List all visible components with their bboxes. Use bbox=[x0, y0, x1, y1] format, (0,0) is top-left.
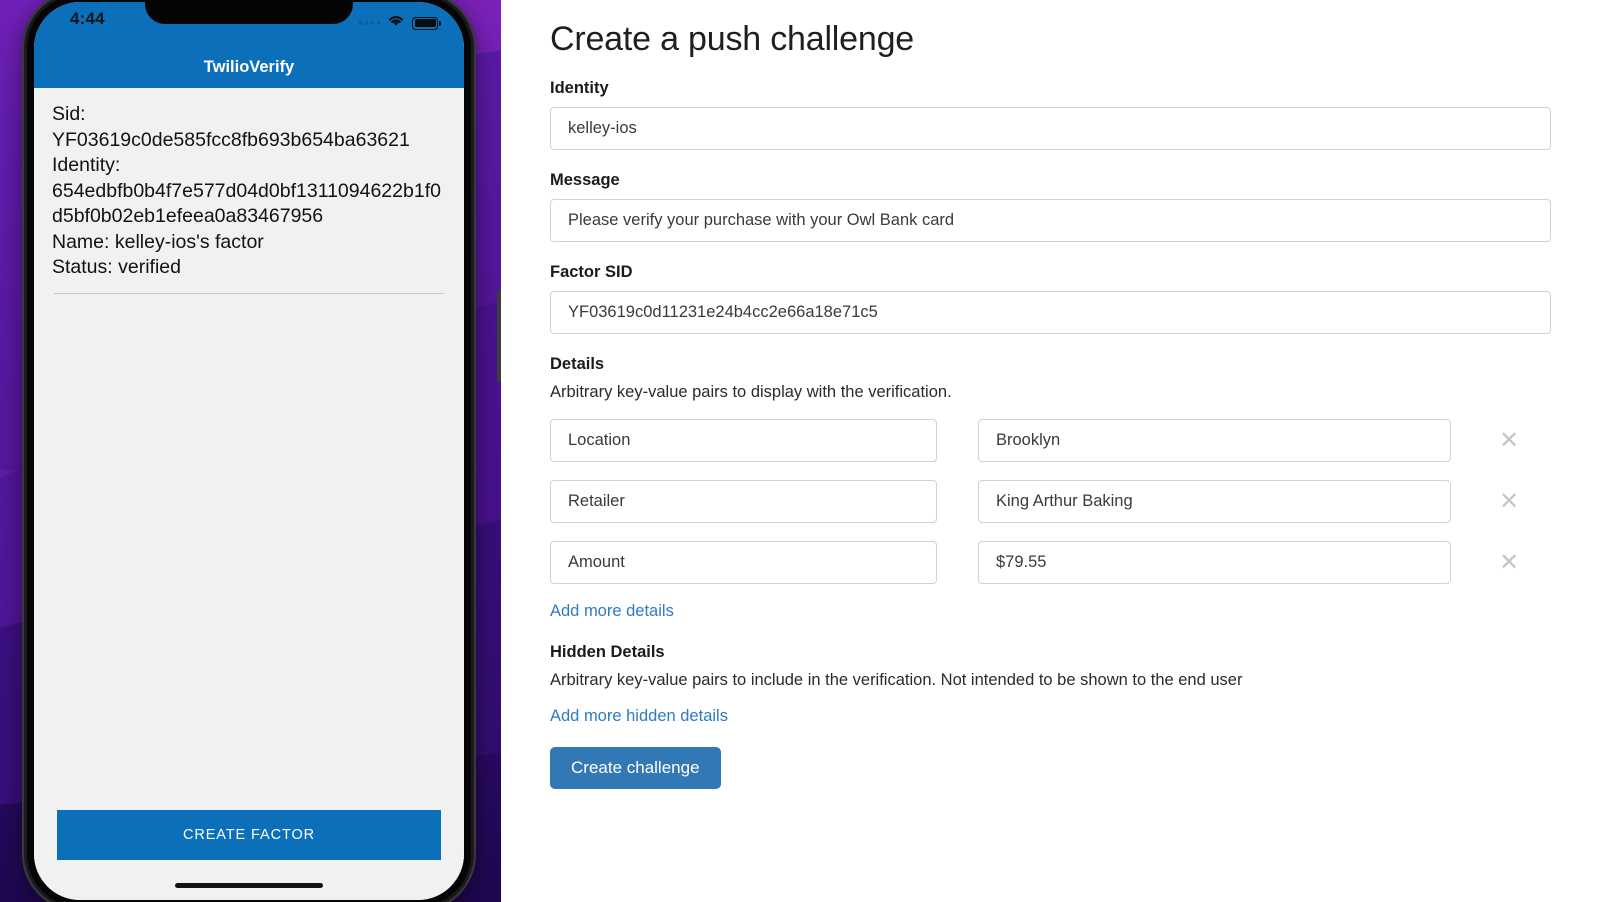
detail-value-input[interactable] bbox=[978, 480, 1451, 523]
detail-key-input[interactable] bbox=[550, 480, 937, 523]
detail-row: ✕ bbox=[550, 480, 1551, 523]
hidden-details-help-text: Arbitrary key-value pairs to include in … bbox=[550, 671, 1243, 689]
factor-sid-label: Sid: bbox=[52, 103, 86, 125]
identity-input[interactable] bbox=[550, 107, 1551, 150]
app-bar: TwilioVerify bbox=[34, 46, 464, 88]
battery-icon bbox=[412, 16, 441, 30]
divider bbox=[54, 292, 444, 294]
close-icon[interactable]: ✕ bbox=[1496, 550, 1522, 576]
details-label: Details bbox=[550, 355, 605, 373]
message-field-group: Message bbox=[550, 171, 1551, 242]
message-label: Message bbox=[550, 171, 620, 189]
detail-value-input[interactable] bbox=[978, 541, 1451, 584]
phone-notch bbox=[145, 2, 353, 24]
phone-screen: 4:44 TwilioVerify Sid: YF03619c0de585fcc… bbox=[34, 2, 464, 900]
close-icon[interactable]: ✕ bbox=[1496, 428, 1522, 454]
factor-identity-label: Identity: bbox=[52, 154, 121, 176]
factor-sid-label: Factor SID bbox=[550, 263, 633, 281]
cellular-signal-icon bbox=[358, 21, 380, 25]
status-bar-indicators bbox=[358, 14, 441, 32]
identity-label: Identity bbox=[550, 79, 609, 97]
screen-root: 4:44 TwilioVerify Sid: YF03619c0de585fcc… bbox=[0, 0, 1600, 902]
detail-key-input[interactable] bbox=[550, 419, 937, 462]
identity-field-group: Identity bbox=[550, 79, 1551, 150]
detail-row: ✕ bbox=[550, 541, 1551, 584]
factor-sid-value: YF03619c0de585fcc8fb693b654ba63621 bbox=[52, 128, 410, 151]
factor-info-card: Sid: YF03619c0de585fcc8fb693b654ba63621 … bbox=[34, 88, 464, 294]
factor-status: Status: verified bbox=[52, 256, 181, 278]
app-content: Sid: YF03619c0de585fcc8fb693b654ba63621 … bbox=[34, 88, 464, 900]
details-help-text: Arbitrary key-value pairs to display wit… bbox=[550, 383, 952, 401]
phone-mockup-pane: 4:44 TwilioVerify Sid: YF03619c0de585fcc… bbox=[0, 0, 501, 902]
add-more-details-link[interactable]: Add more details bbox=[550, 602, 674, 621]
message-input[interactable] bbox=[550, 199, 1551, 242]
wifi-icon bbox=[387, 14, 405, 32]
create-factor-button[interactable]: CREATE FACTOR bbox=[57, 810, 441, 860]
factor-identity-value: 654edbfb0b4f7e577d04d0bf1311094622b1f0d5… bbox=[52, 179, 441, 228]
challenge-form-pane: Create a push challenge Identity Message… bbox=[501, 0, 1600, 902]
close-icon[interactable]: ✕ bbox=[1496, 489, 1522, 515]
create-challenge-button[interactable]: Create challenge bbox=[550, 747, 721, 789]
detail-value-input[interactable] bbox=[978, 419, 1451, 462]
detail-key-input[interactable] bbox=[550, 541, 937, 584]
hidden-details-section: Hidden Details Arbitrary key-value pairs… bbox=[550, 643, 1551, 726]
app-title: TwilioVerify bbox=[203, 57, 295, 76]
factor-sid-input[interactable] bbox=[550, 291, 1551, 334]
home-indicator bbox=[175, 883, 323, 888]
page-title: Create a push challenge bbox=[550, 20, 914, 58]
details-section: Details Arbitrary key-value pairs to dis… bbox=[550, 355, 1551, 621]
detail-row: ✕ bbox=[550, 419, 1551, 462]
factor-sid-field-group: Factor SID bbox=[550, 263, 1551, 334]
submit-row: Create challenge bbox=[550, 726, 1551, 789]
hidden-details-label: Hidden Details bbox=[550, 643, 665, 661]
add-more-hidden-details-link[interactable]: Add more hidden details bbox=[550, 707, 728, 726]
phone-device: 4:44 TwilioVerify Sid: YF03619c0de585fcc… bbox=[22, 0, 501, 902]
status-bar-time: 4:44 bbox=[70, 9, 105, 28]
factor-name: Name: kelley-ios's factor bbox=[52, 230, 264, 253]
status-bar: 4:44 bbox=[34, 2, 464, 46]
